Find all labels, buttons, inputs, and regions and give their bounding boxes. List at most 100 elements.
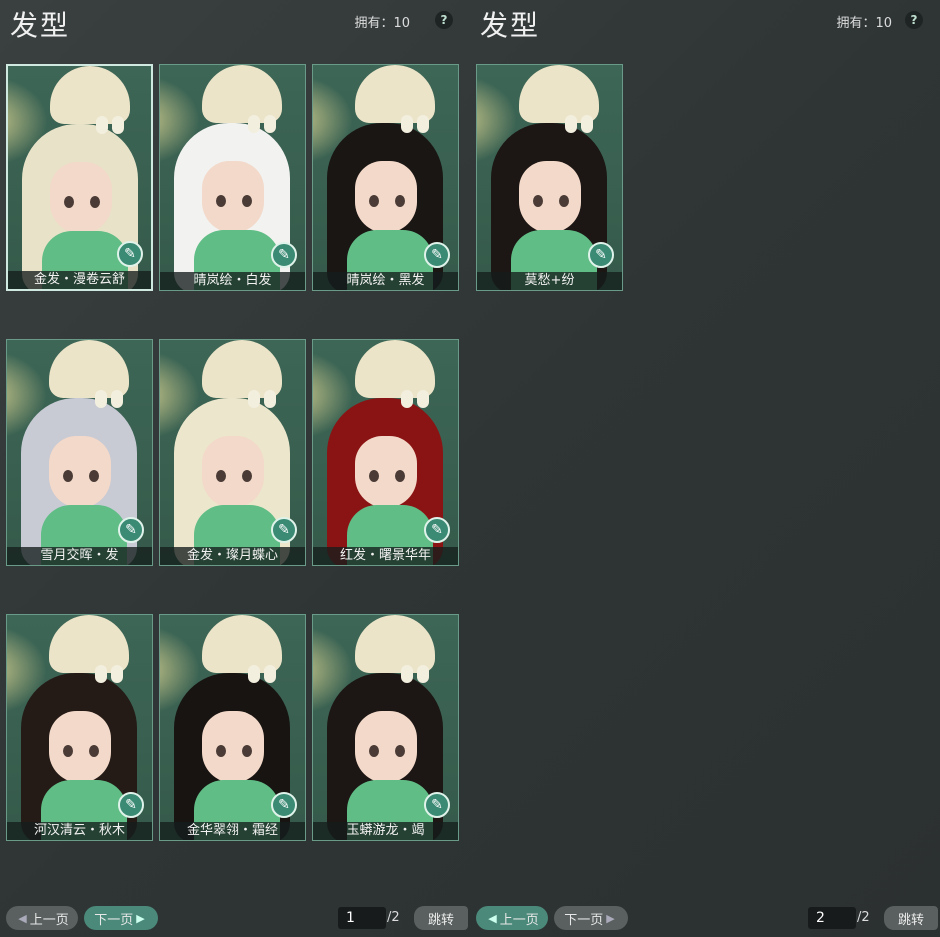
eye-left [216,195,226,207]
pet-leg [95,665,107,683]
hairstyle-card[interactable]: ✎ 玉蟒游龙・竭 [312,614,459,841]
dye-brush-icon[interactable]: ✎ [424,517,450,543]
hairstyle-name: 红发・曙景华年 [313,547,458,565]
dye-brush-icon[interactable]: ✎ [424,242,450,268]
character-face [355,711,417,783]
eye-left [369,195,379,207]
chevron-right-icon: ▶ [136,911,145,925]
pet-leg [96,116,108,134]
hairstyle-panel-page-2: 发型 拥有：10 ? ✎ 莫愁+纷 ◀ 上一页 下一页 ▶ 2 /2 跳转 [470,0,940,937]
page-total: /2 [857,910,870,925]
dye-brush-icon[interactable]: ✎ [271,517,297,543]
eye-right [395,195,405,207]
character-face [355,436,417,508]
hairstyle-card[interactable]: ✎ 河汉清云・秋木 [6,614,153,841]
prev-page-label: 上一页 [29,912,69,928]
pet-leg [417,390,429,408]
dye-brush-icon[interactable]: ✎ [271,792,297,818]
hairstyle-card[interactable]: ✎ 红发・曙景华年 [312,339,459,566]
hairstyle-name: 雪月交晖・发 [7,547,152,565]
eye-left [369,470,379,482]
panel-title: 发型 [480,9,541,42]
eye-left [216,745,226,757]
hairstyle-name: 莫愁+纷 [477,272,622,290]
dye-brush-icon[interactable]: ✎ [118,517,144,543]
pet-leg [112,116,124,134]
hairstyle-name: 晴岚绘・黑发 [313,272,458,290]
pet-leg [401,390,413,408]
page-total: /2 [387,910,400,925]
dye-brush-icon[interactable]: ✎ [118,792,144,818]
page-number-input[interactable]: 2 [808,907,856,929]
page-number-input[interactable]: 1 [338,907,386,929]
panel-title: 发型 [10,9,71,42]
character-face [202,161,264,233]
pet-leg [111,665,123,683]
character-face [202,436,264,508]
pet-leg [264,115,276,133]
pet-leg [111,390,123,408]
eye-left [369,745,379,757]
character-face [49,436,111,508]
pet-leg [248,115,260,133]
dye-brush-icon[interactable]: ✎ [424,792,450,818]
hairstyle-name: 晴岚绘・白发 [160,272,305,290]
chevron-right-icon: ▶ [606,911,615,925]
dye-brush-icon[interactable]: ✎ [271,242,297,268]
eye-left [63,745,73,757]
character-face [355,161,417,233]
hairstyle-card[interactable]: ✎ 雪月交晖・发 [6,339,153,566]
hairstyle-panel-page-1: 发型 拥有：10 ? ✎ 金发・漫卷云舒 ✎ 晴岚绘・白发 ✎ 晴岚绘・黑发 ✎ 雪月交晖・发… [0,0,470,937]
help-icon[interactable]: ? [905,11,923,29]
chevron-left-icon: ◀ [18,911,27,925]
dye-brush-icon[interactable]: ✎ [588,242,614,268]
hairstyle-card[interactable]: ✎ 金华翠翎・霜经 [159,614,306,841]
hairstyle-card[interactable]: ✎ 金发・璨月蝶心 [159,339,306,566]
eye-left [216,470,226,482]
eye-right [559,195,569,207]
character-face [49,711,111,783]
next-page-button[interactable]: 下一页 ▶ [554,906,628,930]
pet-leg [248,665,260,683]
hairstyle-name: 河汉清云・秋木 [7,822,152,840]
eye-right [89,470,99,482]
pet-leg [417,115,429,133]
hairstyle-card[interactable]: ✎ 晴岚绘・白发 [159,64,306,291]
hairstyle-name: 玉蟒游龙・竭 [313,822,458,840]
hairstyle-name: 金发・璨月蝶心 [160,547,305,565]
prev-page-label: 上一页 [499,912,539,928]
eye-right [395,745,405,757]
jump-button[interactable]: 跳转 [884,906,938,930]
pet-leg [248,390,260,408]
character-face [50,162,112,234]
pet-leg [401,665,413,683]
eye-right [242,195,252,207]
eye-right [242,745,252,757]
prev-page-button[interactable]: ◀ 上一页 [476,906,548,930]
pet-leg [565,115,577,133]
hairstyle-card[interactable]: ✎ 晴岚绘・黑发 [312,64,459,291]
eye-right [395,470,405,482]
eye-left [64,196,74,208]
hairstyle-card[interactable]: ✎ 莫愁+纷 [476,64,623,291]
pet-leg [401,115,413,133]
pet-leg [95,390,107,408]
eye-left [63,470,73,482]
pet-leg [264,390,276,408]
prev-page-button[interactable]: ◀ 上一页 [6,906,78,930]
character-face [202,711,264,783]
eye-right [242,470,252,482]
help-icon[interactable]: ? [435,11,453,29]
dye-brush-icon[interactable]: ✎ [117,241,143,267]
hairstyle-name: 金发・漫卷云舒 [8,271,151,289]
chevron-left-icon: ◀ [488,911,497,925]
jump-button[interactable]: 跳转 [414,906,468,930]
next-page-label: 下一页 [94,912,134,928]
next-page-button[interactable]: 下一页 ▶ [84,906,158,930]
hairstyle-name: 金华翠翎・霜经 [160,822,305,840]
pet-leg [581,115,593,133]
pet-leg [417,665,429,683]
character-face [519,161,581,233]
hairstyle-card[interactable]: ✎ 金发・漫卷云舒 [6,64,153,291]
pet-leg [264,665,276,683]
